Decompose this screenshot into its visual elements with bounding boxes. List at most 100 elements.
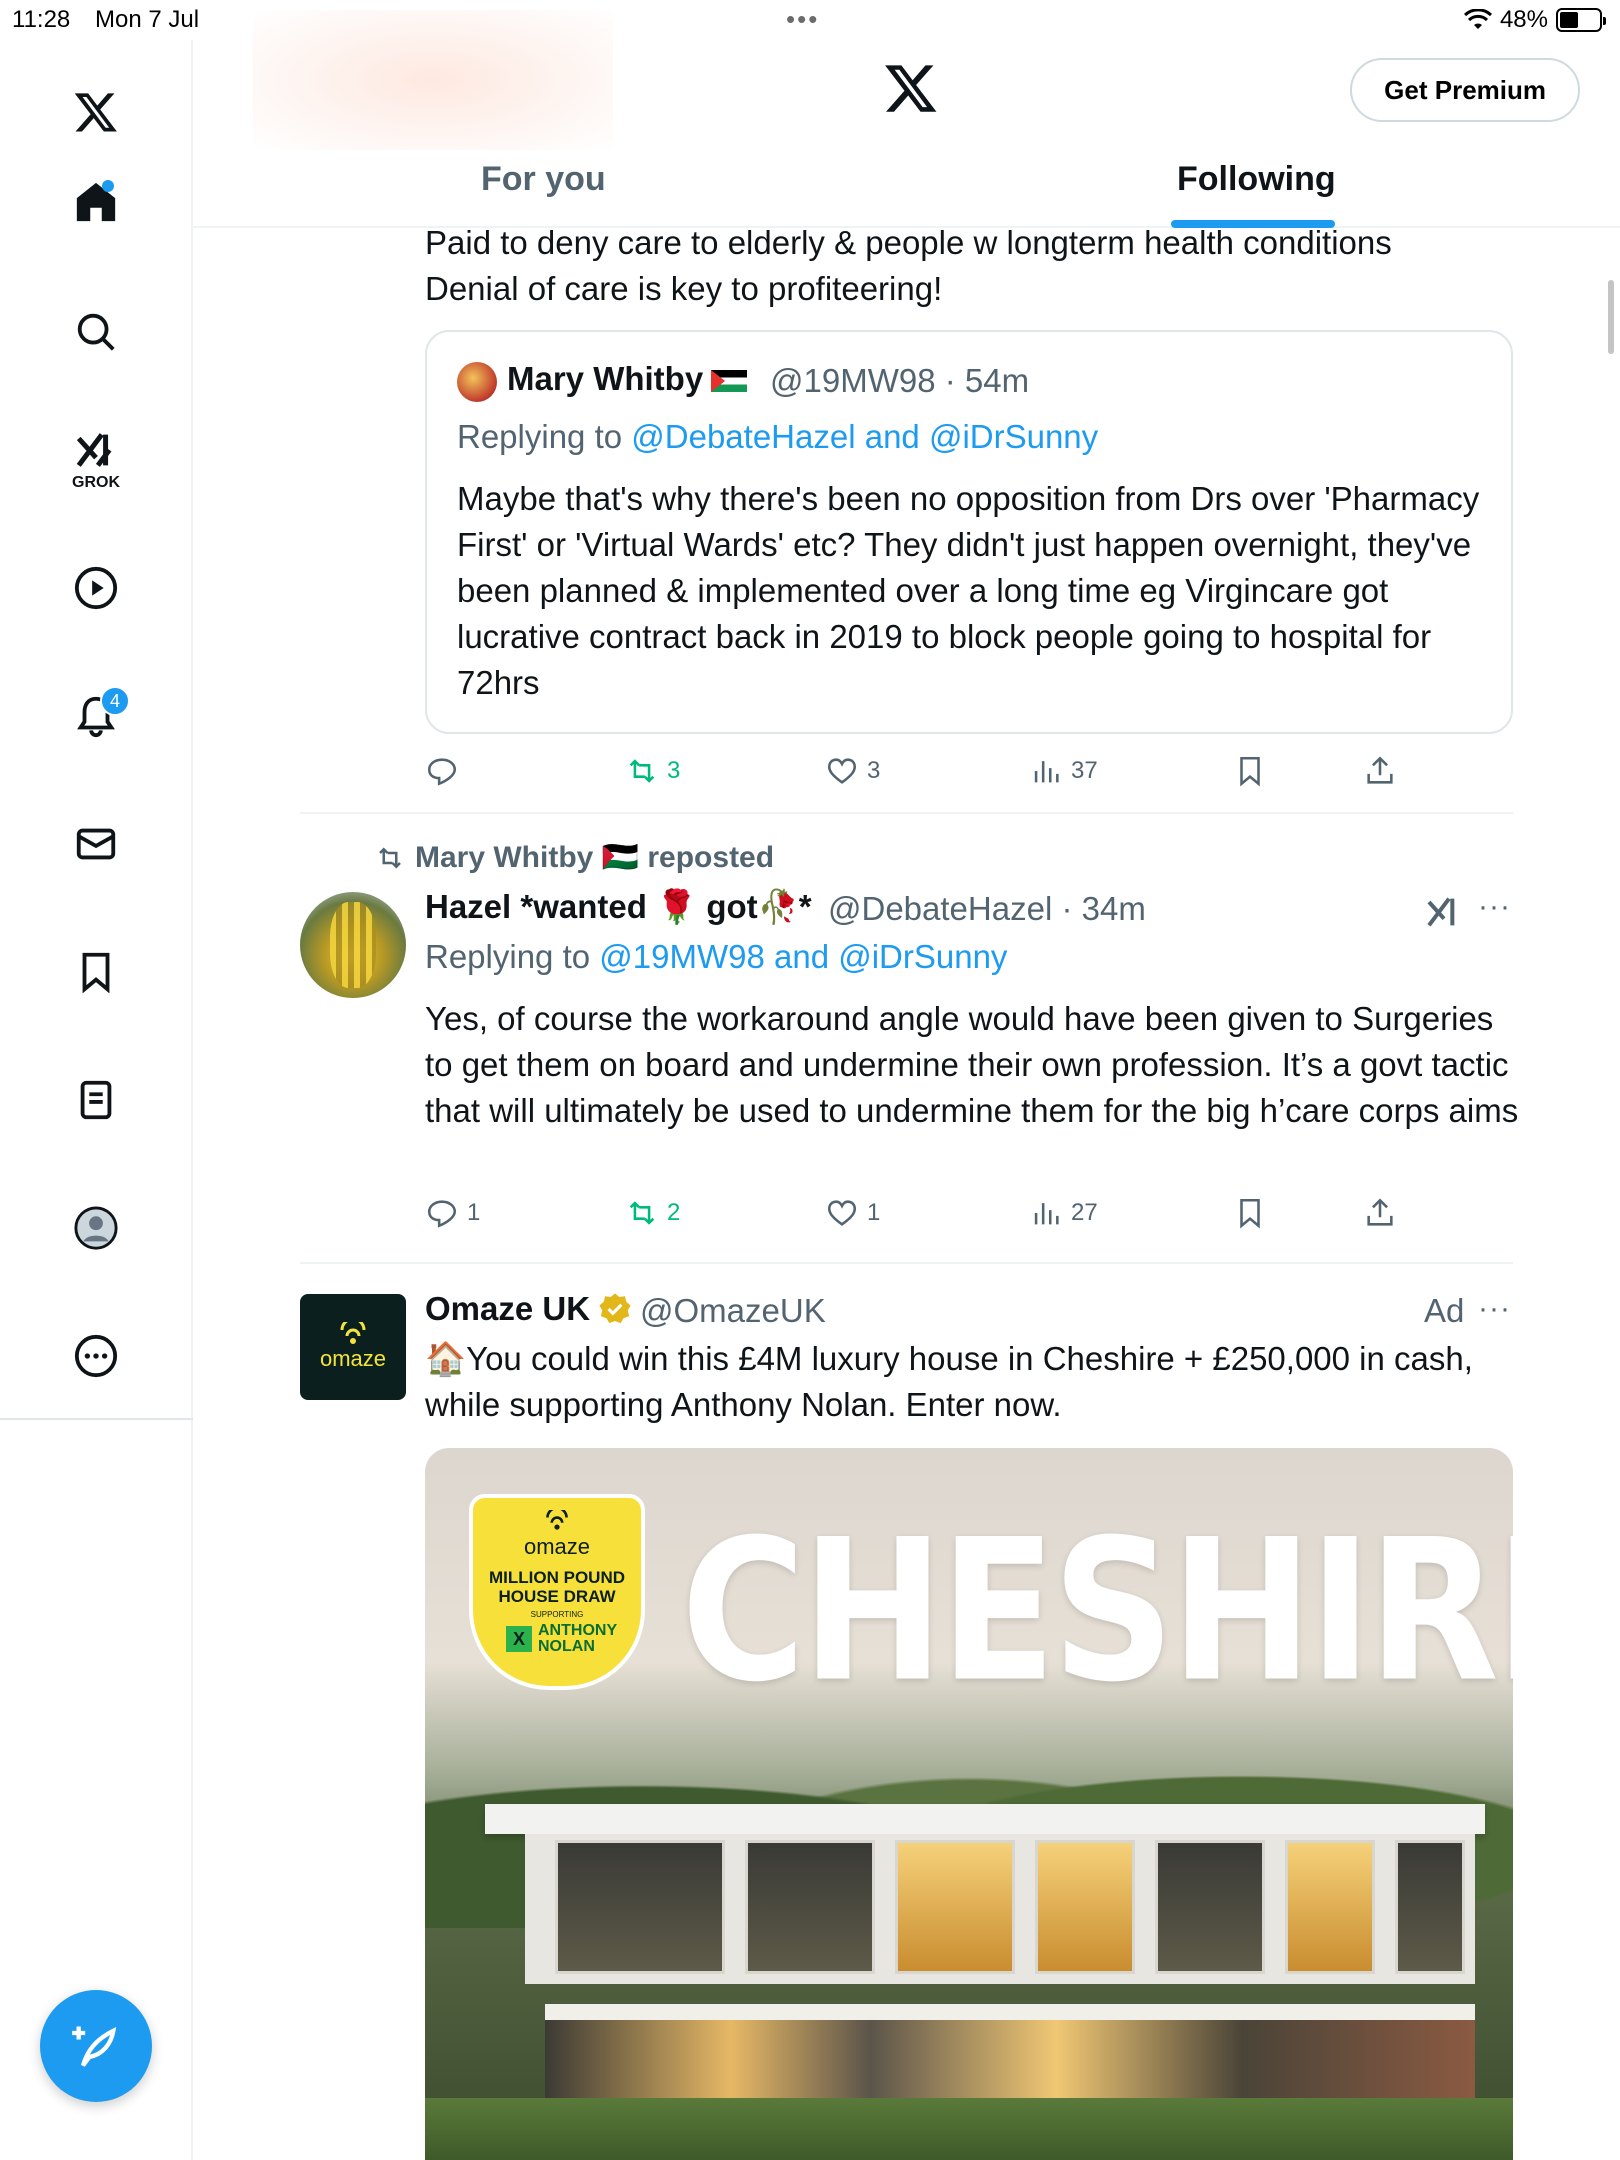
list-icon	[80, 1080, 112, 1120]
sidebar-item-bookmarks[interactable]	[56, 932, 136, 1012]
sidebar-item-explore[interactable]	[56, 292, 136, 372]
bookmark-button[interactable]	[1233, 754, 1267, 788]
share-button[interactable]	[1363, 754, 1397, 788]
post-text: 🏠You could win this £4M luxury house in …	[425, 1340, 1473, 1423]
battery-icon	[1556, 8, 1606, 32]
quoted-tweet[interactable]: Mary Whitby @19MW98 · 54m Replying to @D…	[425, 330, 1513, 734]
scrollbar[interactable]	[1608, 280, 1614, 354]
bookmark-icon	[82, 952, 110, 994]
status-time: 11:28	[12, 6, 71, 33]
grok-label: GROK	[72, 474, 120, 491]
repost-icon	[629, 1201, 655, 1225]
status-date: Mon 7 Jul	[95, 6, 200, 33]
reply-button[interactable]: 1	[425, 1196, 480, 1230]
author-name[interactable]: Hazel *wanted 🌹 got🥀*	[425, 888, 812, 927]
x-logo-icon[interactable]	[56, 72, 136, 152]
sidebar-item-lists[interactable]	[56, 1060, 136, 1140]
share-button[interactable]	[1363, 1196, 1397, 1230]
status-bar: 11:28 Mon 7 Jul ••• 48%	[0, 0, 1620, 40]
play-icon	[74, 566, 118, 610]
more-options-icon[interactable]: ···	[1478, 1292, 1511, 1326]
home-unread-dot	[102, 180, 114, 192]
mail-icon	[76, 828, 116, 860]
repost-button[interactable]: 3	[625, 754, 680, 788]
post-divider	[300, 1262, 1513, 1264]
analytics-icon	[1034, 1203, 1059, 1225]
reply-icon	[427, 758, 457, 786]
more-options-icon[interactable]: ···	[1478, 890, 1511, 924]
bookmark-button[interactable]	[1233, 1196, 1267, 1230]
post-text: Yes, of course the workaround angle woul…	[425, 1000, 1519, 1129]
sidebar-divider	[0, 1418, 193, 1420]
post-divider	[300, 812, 1513, 814]
sidebar-item-notifications[interactable]: 4	[56, 676, 136, 756]
omaze-logo-icon	[546, 1510, 568, 1530]
avatar-icon	[74, 1206, 118, 1250]
author-handle: @OmazeUK	[640, 1292, 826, 1329]
ad-image[interactable]: CHESHIRE omaze MILLION POUND HOUSE DRAW …	[425, 1448, 1513, 2160]
tab-following[interactable]: Following	[1177, 160, 1336, 199]
replying-to-link[interactable]: @19MW98 and @iDrSunny	[599, 938, 1007, 975]
x-logo-icon[interactable]	[883, 60, 939, 116]
bookmark-icon	[1240, 1198, 1260, 1229]
ad-label: Ad	[1424, 1292, 1465, 1329]
sidebar-item-video[interactable]	[56, 548, 136, 628]
views-button[interactable]: 27	[1029, 1196, 1098, 1230]
share-icon	[1367, 1198, 1393, 1226]
sidebar-item-profile[interactable]	[56, 1188, 136, 1268]
wifi-icon	[1463, 9, 1492, 29]
ad-badge: omaze MILLION POUND HOUSE DRAW SUPPORTIN…	[469, 1494, 645, 1690]
bookmark-icon	[1240, 756, 1260, 787]
sidebar-border	[191, 1420, 193, 2160]
repost-context[interactable]: Mary Whitby 🇵🇸 reposted	[375, 840, 774, 875]
verified-gold-icon	[599, 1293, 631, 1324]
sidebar-item-messages[interactable]	[56, 804, 136, 884]
author-name[interactable]: Omaze UK	[425, 1290, 632, 1328]
tab-for-you[interactable]: For you	[481, 160, 606, 199]
battery-percent: 48%	[1499, 6, 1548, 33]
sidebar: GROK 4	[0, 40, 193, 1420]
compose-button[interactable]	[40, 1990, 152, 2102]
reply-button[interactable]	[425, 754, 467, 788]
replying-to: Replying to @19MW98 and @iDrSunny	[425, 938, 1008, 975]
post-actions: 3 3 37	[425, 754, 1425, 794]
heart-icon	[827, 1200, 857, 1226]
omaze-logo-icon	[340, 1322, 366, 1344]
avatar[interactable]	[457, 362, 497, 402]
palestine-flag-icon	[711, 370, 748, 393]
replying-to-link[interactable]: @DebateHazel and @iDrSunny	[631, 418, 1098, 455]
active-tab-indicator	[1171, 220, 1335, 228]
compose-feather-icon	[72, 2026, 117, 2067]
more-circle-icon	[74, 1334, 118, 1378]
repost-button[interactable]: 2	[625, 1196, 680, 1230]
author-handle: @DebateHazel · 34m	[828, 890, 1146, 927]
avatar[interactable]: omaze	[300, 1294, 406, 1400]
get-premium-button[interactable]: Get Premium	[1350, 58, 1580, 122]
heart-icon	[827, 758, 857, 784]
reply-icon	[427, 1200, 457, 1228]
post-actions: 1 2 1 27	[425, 1196, 1425, 1236]
grok-icon	[76, 433, 112, 467]
grok-icon[interactable]	[1424, 892, 1464, 932]
ad-headline: CHESHIRE	[681, 1498, 1513, 1726]
multitask-dots-icon[interactable]: •••	[786, 4, 819, 35]
anthony-nolan-logo-icon: X	[506, 1626, 532, 1652]
repost-icon	[379, 846, 401, 869]
sidebar-item-grok[interactable]: GROK	[56, 418, 136, 498]
notifications-badge: 4	[100, 686, 130, 716]
avatar[interactable]	[300, 892, 406, 998]
like-button[interactable]: 3	[825, 754, 880, 788]
like-button[interactable]: 1	[825, 1196, 880, 1230]
timeline-header: Get Premium For you Following	[193, 10, 1620, 228]
quoted-text: Maybe that's why there's been no opposit…	[457, 480, 1480, 701]
replying-to: Replying to @DebateHazel and @iDrSunny	[457, 418, 1099, 455]
sidebar-item-home[interactable]	[56, 162, 136, 242]
sidebar-item-more[interactable]	[56, 1316, 136, 1396]
author-name[interactable]: Mary Whitby	[507, 360, 748, 398]
battery-level	[1560, 12, 1579, 28]
share-icon	[1367, 756, 1393, 784]
views-button[interactable]: 37	[1029, 754, 1098, 788]
author-handle: @19MW98 · 54m	[770, 362, 1030, 399]
repost-icon	[629, 759, 655, 783]
search-icon	[77, 313, 115, 351]
